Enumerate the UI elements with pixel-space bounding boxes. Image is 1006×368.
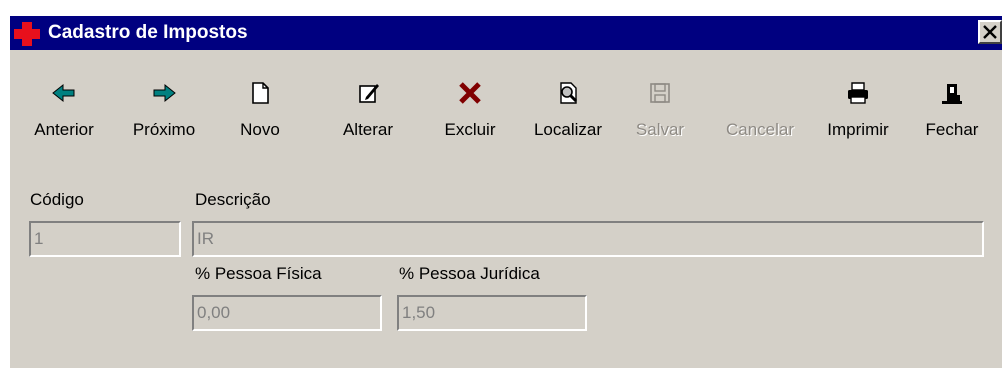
novo-label: Novo (240, 120, 280, 139)
new-document-icon (252, 82, 269, 104)
pessoa-juridica-field[interactable] (397, 295, 587, 331)
window-title: Cadastro de Impostos (48, 22, 248, 43)
find-document-icon (560, 82, 578, 104)
close-icon (983, 25, 997, 39)
codigo-field[interactable] (29, 221, 181, 257)
novo-button[interactable]: Novo (212, 78, 308, 158)
red-cross-icon (14, 22, 40, 46)
alterar-label: Alterar (342, 120, 394, 139)
descricao-label: Descrição (195, 190, 271, 209)
floppy-disk-icon (650, 83, 670, 103)
anterior-label: Anterior (34, 120, 94, 139)
arrow-left-icon (52, 83, 75, 103)
descricao-field[interactable] (192, 221, 984, 257)
pessoa-fisica-label: % Pessoa Física (195, 264, 322, 283)
pessoa-juridica-label: % Pessoa Jurídica (399, 264, 540, 283)
pessoa-fisica-field[interactable] (192, 295, 382, 331)
arrow-right-icon (153, 83, 176, 103)
salvar-button[interactable]: Salvar (612, 78, 708, 158)
delete-x-icon (459, 82, 481, 104)
close-door-icon (942, 84, 962, 104)
printer-icon (848, 82, 868, 104)
imprimir-button[interactable]: Imprimir (810, 78, 906, 158)
title-bar[interactable]: Cadastro de Impostos (10, 16, 1002, 50)
edit-document-icon (359, 84, 379, 103)
close-button[interactable] (978, 20, 1002, 44)
cancelar-button[interactable]: Cancelar (712, 78, 808, 158)
fechar-button[interactable]: Fechar (904, 78, 1000, 158)
salvar-label: Salvar (635, 120, 685, 139)
fechar-label: Fechar (925, 120, 979, 139)
localizar-button[interactable]: Localizar (520, 78, 616, 158)
codigo-label: Código (30, 190, 84, 209)
proximo-button[interactable]: Próximo (116, 78, 212, 158)
alterar-button[interactable]: Alterar (320, 78, 416, 158)
main-window: Cadastro de Impostos Anterior Próximo No… (8, 14, 1002, 368)
excluir-button[interactable]: Excluir (422, 78, 518, 158)
anterior-button[interactable]: Anterior (16, 78, 112, 158)
